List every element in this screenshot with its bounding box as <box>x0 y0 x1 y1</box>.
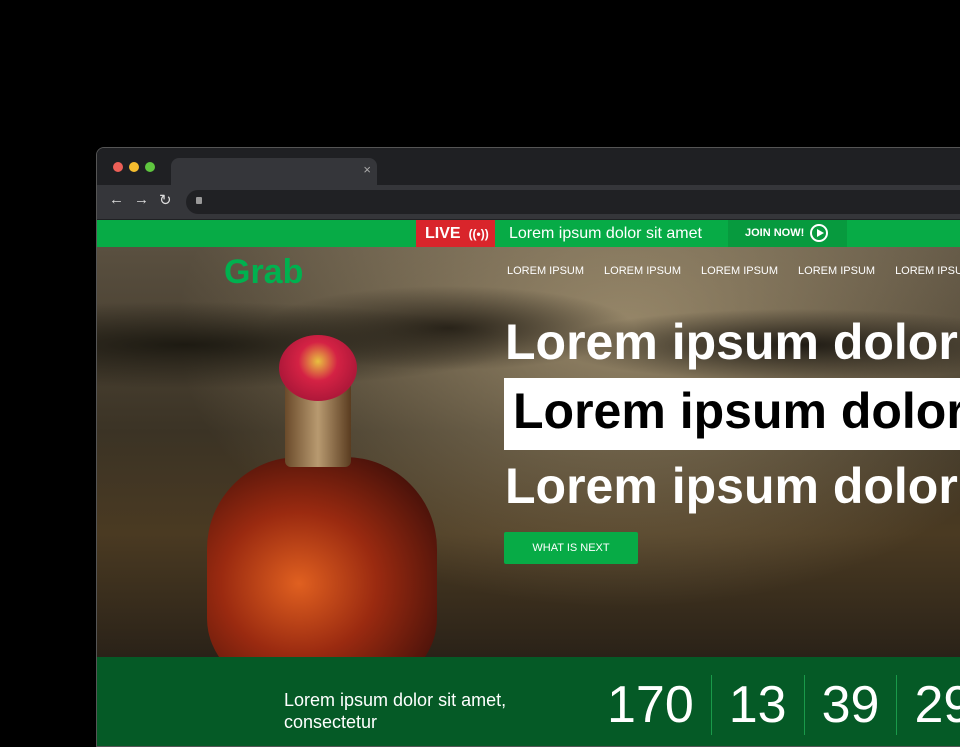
address-bar[interactable] <box>186 190 960 214</box>
play-icon <box>810 224 829 243</box>
nav-item[interactable]: LOREM IPSUM <box>701 265 778 277</box>
what-is-next-button[interactable]: WHAT IS NEXT <box>504 532 638 564</box>
countdown-timer: 170 13 39 29 <box>607 675 960 735</box>
nav-item[interactable]: LOREM IPSUM <box>604 265 681 277</box>
back-icon[interactable]: ← <box>109 191 124 208</box>
hero-heading-3: Lorem ipsum dolor <box>505 458 958 514</box>
tab-close-icon[interactable]: × <box>363 162 371 177</box>
maximize-window-button[interactable] <box>145 162 155 172</box>
browser-tab[interactable]: × <box>171 158 377 185</box>
browser-window: × ← → ↻ LIVE ((•)) Lorem ipsum dolor sit … <box>96 147 960 747</box>
nav-item[interactable]: LOREM IPSUM <box>895 265 960 277</box>
hero-section: Grab LOREM IPSUM LOREM IPSUM LOREM IPSUM… <box>97 247 960 657</box>
main-nav: LOREM IPSUM LOREM IPSUM LOREM IPSUM LORE… <box>507 265 960 277</box>
ticker-text: Lorem ipsum dolor sit amet <box>509 225 702 242</box>
nav-item[interactable]: LOREM IPSUM <box>507 265 584 277</box>
countdown-value: 170 <box>607 676 694 734</box>
hero-heading-1: Lorem ipsum dolor <box>505 314 958 370</box>
countdown-text: Lorem ipsum dolor sit amet, consectetur <box>284 690 507 732</box>
join-label: JOIN NOW! <box>745 227 805 239</box>
hero-heading-2: Lorem ipsum dolor <box>504 378 960 450</box>
bottle-image <box>207 307 437 657</box>
countdown-value: 29 <box>896 675 960 735</box>
tab-bar: × <box>97 148 960 185</box>
close-window-button[interactable] <box>113 162 123 172</box>
countdown-value: 39 <box>803 675 897 735</box>
countdown-section: Lorem ipsum dolor sit amet, consectetur … <box>97 657 960 746</box>
join-now-button[interactable]: JOIN NOW! <box>728 220 847 247</box>
nav-item[interactable]: LOREM IPSUM <box>798 265 875 277</box>
lock-icon <box>196 197 202 204</box>
forward-icon[interactable]: → <box>134 191 149 208</box>
reload-icon[interactable]: ↻ <box>159 191 172 209</box>
live-label: LIVE <box>425 225 461 242</box>
countdown-value: 13 <box>710 675 804 735</box>
web-page: LIVE ((•)) Lorem ipsum dolor sit amet JOI… <box>97 220 960 746</box>
browser-toolbar: ← → ↻ <box>97 185 960 219</box>
minimize-window-button[interactable] <box>129 162 139 172</box>
broadcast-icon: ((•)) <box>468 227 489 241</box>
live-banner: LIVE ((•)) Lorem ipsum dolor sit amet JOI… <box>97 220 960 247</box>
grab-logo[interactable]: Grab <box>224 253 303 292</box>
live-badge: LIVE ((•)) <box>416 220 495 247</box>
